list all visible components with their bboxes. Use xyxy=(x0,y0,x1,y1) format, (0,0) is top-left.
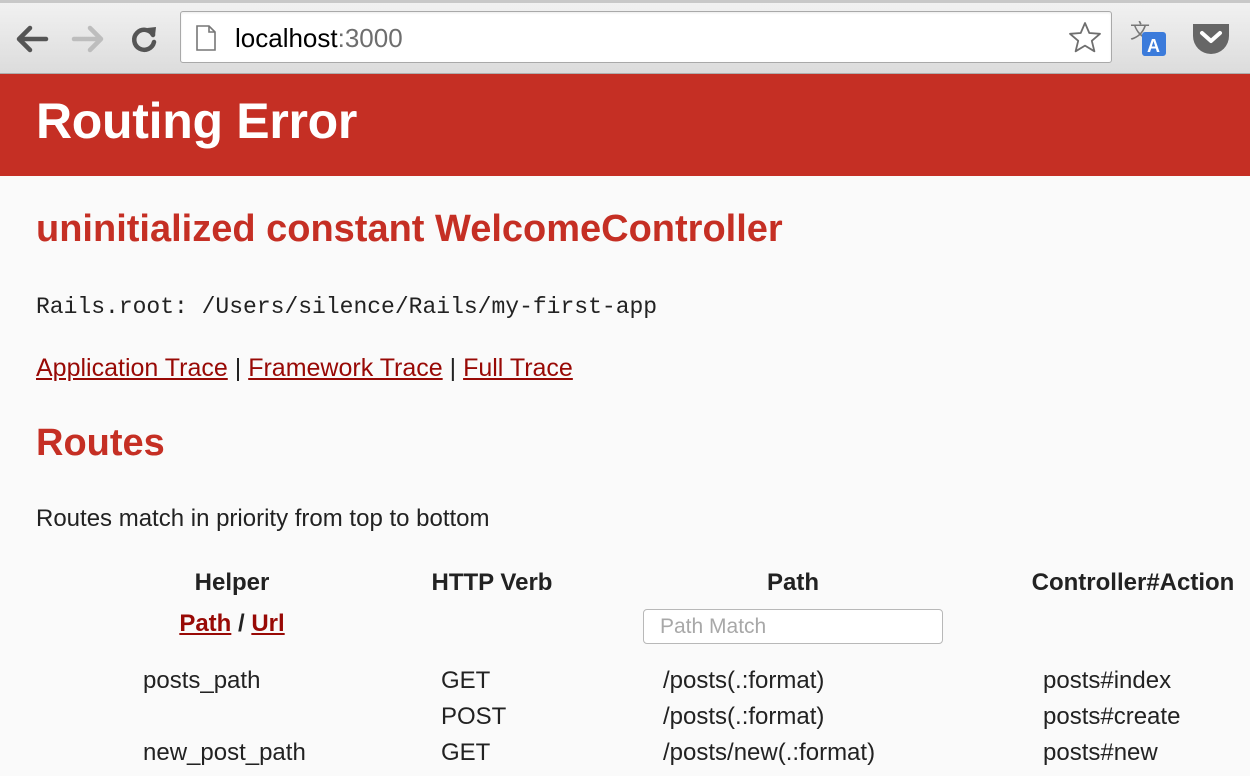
helper-url-link[interactable]: Url xyxy=(251,610,284,637)
route-verb: GET xyxy=(441,739,491,766)
helper-toggle: Path / Url xyxy=(179,610,284,638)
rails-root-path: Rails.root: /Users/silence/Rails/my-firs… xyxy=(36,294,658,320)
table-row: new_post_path GET /posts/new(.:format) p… xyxy=(0,739,1250,775)
table-row: posts_path GET /posts(.:format) posts#in… xyxy=(0,667,1250,703)
url-host: localhost xyxy=(235,23,338,53)
route-verb: GET xyxy=(441,667,491,694)
error-header: Routing Error xyxy=(0,74,1250,176)
reload-button[interactable] xyxy=(124,19,164,59)
route-helper: posts_path xyxy=(143,667,261,694)
browser-toolbar: localhost:3000 文 A xyxy=(0,0,1250,74)
forward-button[interactable] xyxy=(68,19,108,59)
route-verb: POST xyxy=(441,703,507,730)
forward-arrow-icon xyxy=(71,25,104,53)
full-trace-link[interactable]: Full Trace xyxy=(463,354,573,382)
reload-icon xyxy=(132,27,157,53)
route-path: /posts(.:format) xyxy=(663,703,825,730)
column-header-controller: Controller#Action xyxy=(1031,569,1235,596)
routes-description: Routes match in priority from top to bot… xyxy=(36,505,490,532)
page-icon xyxy=(196,25,216,51)
pocket-icon xyxy=(1193,24,1229,54)
column-header-verb: HTTP Verb xyxy=(431,569,553,596)
url-port: :3000 xyxy=(337,23,403,53)
trace-separator: | xyxy=(234,354,242,382)
route-path: /posts/new(.:format) xyxy=(663,739,876,766)
svg-text:A: A xyxy=(1147,36,1160,56)
address-bar[interactable]: localhost:3000 xyxy=(180,11,1112,63)
tab-strip-edge xyxy=(0,0,1250,3)
routes-heading: Routes xyxy=(36,422,165,464)
url-text: localhost:3000 xyxy=(235,23,403,54)
page-title: Routing Error xyxy=(36,93,358,149)
column-header-helper: Helper xyxy=(194,569,270,596)
helper-path-link[interactable]: Path xyxy=(179,610,231,637)
error-message: uninitialized constant WelcomeController xyxy=(36,208,783,250)
star-icon[interactable] xyxy=(1067,20,1103,56)
route-path: /posts(.:format) xyxy=(663,667,825,694)
path-match-input[interactable] xyxy=(643,609,943,644)
framework-trace-link[interactable]: Framework Trace xyxy=(248,354,442,382)
trace-links: Application Trace | Framework Trace | Fu… xyxy=(36,354,573,383)
route-action: posts#create xyxy=(1043,703,1181,730)
route-helper: new_post_path xyxy=(143,739,306,766)
helper-separator: / xyxy=(238,610,245,637)
trace-separator: | xyxy=(449,354,457,382)
table-row: POST /posts(.:format) posts#create xyxy=(0,703,1250,739)
column-header-path: Path xyxy=(766,569,820,596)
route-action: posts#new xyxy=(1043,739,1158,766)
pocket-button[interactable] xyxy=(1190,18,1232,58)
translate-icon: 文 A xyxy=(1130,19,1166,56)
back-arrow-icon xyxy=(16,25,49,53)
application-trace-link[interactable]: Application Trace xyxy=(36,354,228,382)
translate-button[interactable]: 文 A xyxy=(1128,18,1170,58)
route-action: posts#index xyxy=(1043,667,1172,694)
back-button[interactable] xyxy=(12,19,52,59)
